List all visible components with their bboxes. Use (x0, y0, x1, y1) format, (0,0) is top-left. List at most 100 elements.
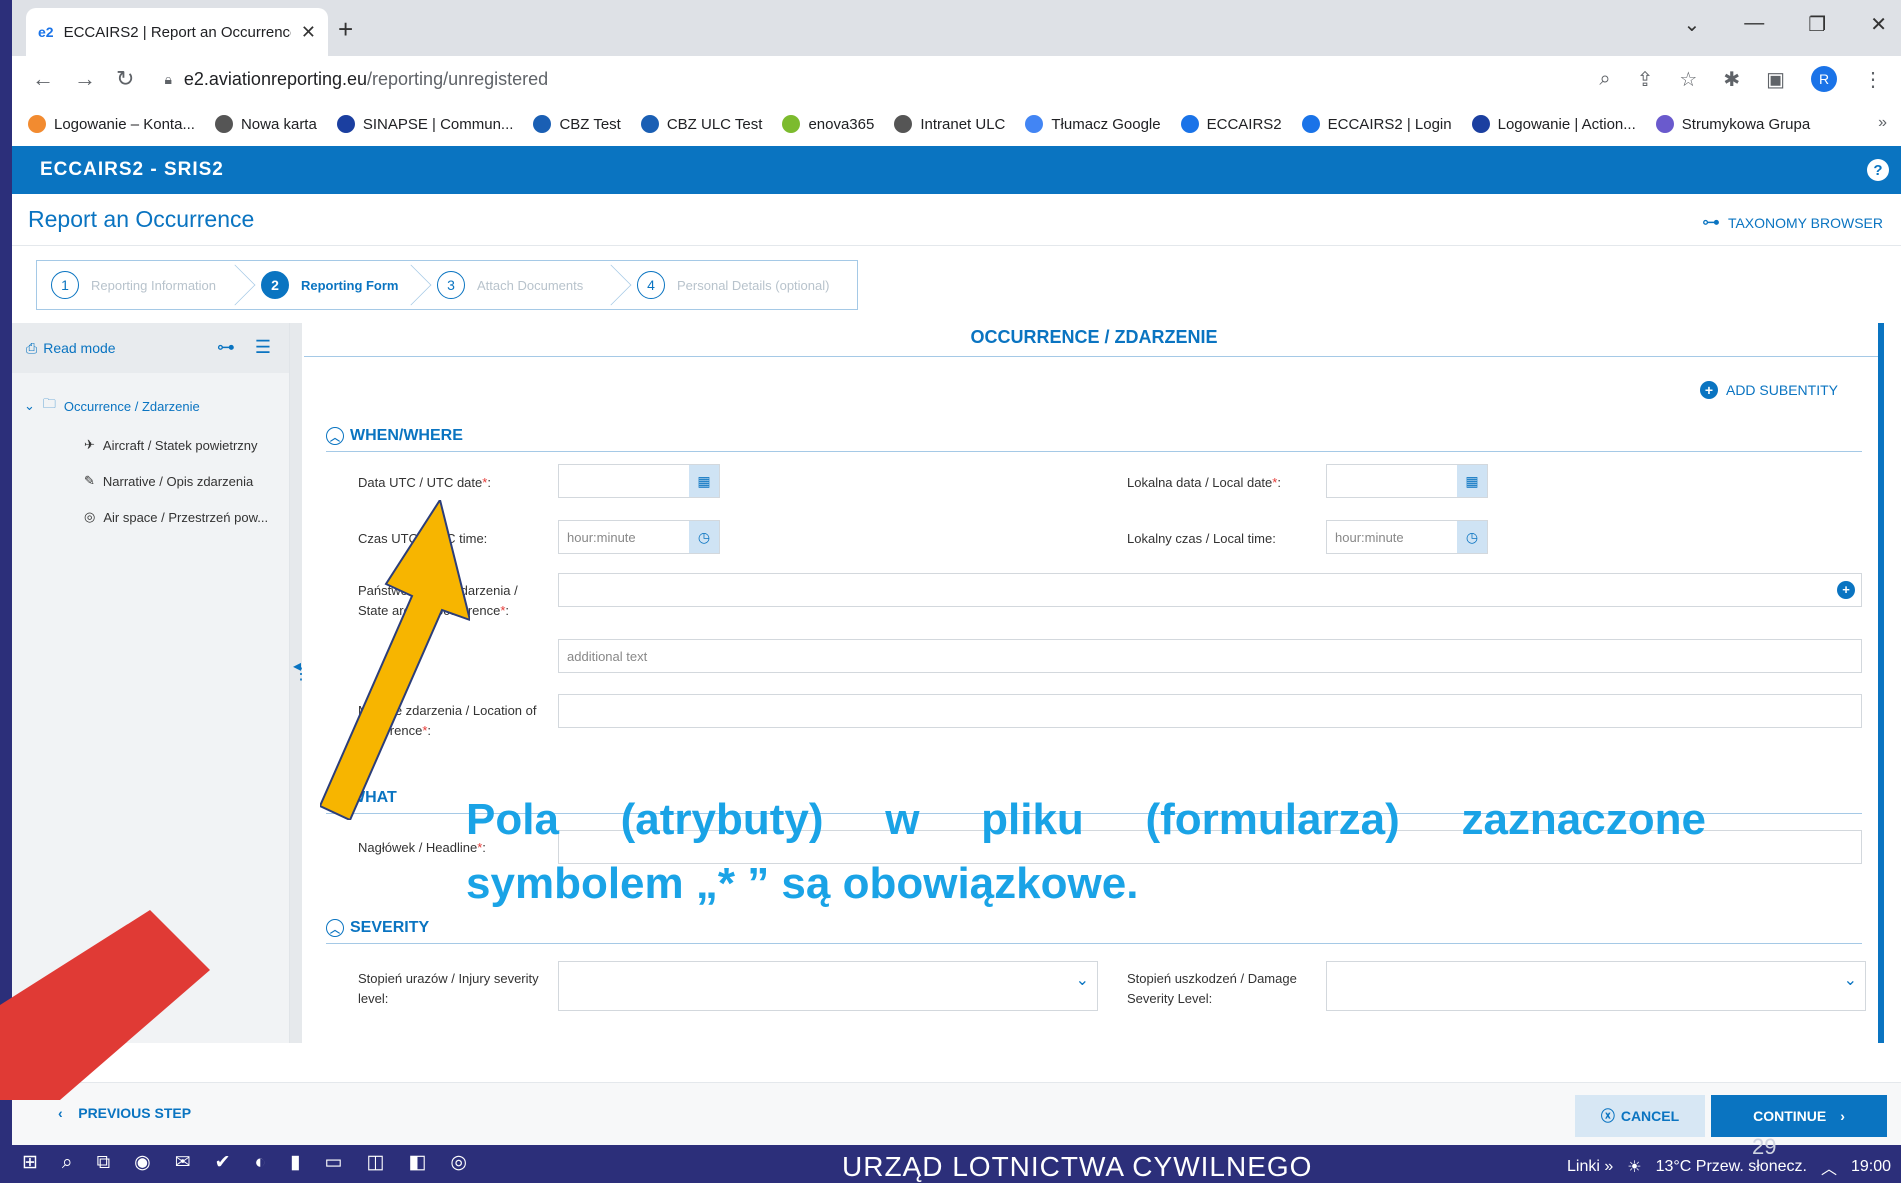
calendar-icon[interactable]: ▦ (1457, 465, 1487, 497)
app-icon[interactable]: ◉ (134, 1151, 151, 1174)
new-tab-button[interactable]: + (338, 14, 353, 45)
back-icon[interactable]: ← (32, 66, 54, 92)
toolbar-right: ⌕ ⇪ ☆ ✱ ▣ R ⋮ (1599, 66, 1883, 92)
additional-text-field[interactable]: additional text (558, 639, 1862, 673)
utc-date-field[interactable]: ▦ (558, 464, 720, 498)
explorer-icon[interactable]: ▭ (325, 1151, 343, 1174)
form-scrollbar[interactable] (1878, 323, 1884, 1043)
bookmark-item[interactable]: CBZ Test (533, 115, 621, 133)
injury-severity-select[interactable]: ⌄ (558, 961, 1098, 1011)
browser-tab[interactable]: e2 ECCAIRS2 | Report an Occurrence ✕ (26, 8, 328, 56)
task-view-icon[interactable]: ⧉ (97, 1152, 111, 1174)
utc-time-field[interactable]: hour:minute ◷ (558, 520, 720, 554)
continue-button[interactable]: CONTINUE › (1711, 1095, 1887, 1137)
collapse-icon[interactable]: ︿ (326, 919, 344, 937)
group-label: SEVERITY (350, 919, 430, 936)
tree-item-narrative[interactable]: ✎ Narrative / Opis zdarzenia (84, 473, 268, 489)
powerpoint-icon[interactable]: ◧ (408, 1151, 426, 1174)
minimize-icon[interactable]: — (1744, 12, 1764, 37)
close-window-icon[interactable]: ✕ (1870, 12, 1887, 37)
zoom-icon[interactable]: ⌕ (1599, 68, 1610, 91)
bookmark-item[interactable]: Intranet ULC (894, 115, 1005, 133)
annotation-word: (formularza) (1145, 795, 1400, 844)
tray-chevron-icon[interactable]: ︿ (1821, 1155, 1837, 1179)
state-area-field[interactable]: + (558, 573, 1862, 607)
step-personal-details[interactable]: 4 Personal Details (optional) (623, 261, 857, 309)
add-subentity-button[interactable]: + ADD SUBENTITY (1699, 381, 1838, 399)
bookmarks-overflow-icon[interactable]: » (1878, 114, 1887, 132)
collapse-icon[interactable]: ︿ (326, 427, 344, 445)
todo-icon[interactable]: ✔ (215, 1151, 231, 1174)
close-tab-icon[interactable]: ✕ (301, 22, 316, 43)
help-icon[interactable]: ? (1867, 159, 1889, 181)
url-field[interactable]: 🔒︎ e2.aviationreporting.eu/reporting/unr… (164, 69, 548, 90)
chevron-down-icon[interactable]: ⌄ (24, 398, 35, 414)
links-label: Linki (1566, 1158, 1600, 1175)
reload-icon[interactable]: ↻ (116, 66, 134, 92)
tree-item-airspace[interactable]: ◎ Air space / Przestrzeń pow... (84, 509, 268, 525)
group-label: WHEN/WHERE (350, 427, 463, 444)
bookmark-label: Intranet ULC (920, 115, 1006, 133)
step-reporting-information[interactable]: 1 Reporting Information (37, 261, 256, 309)
links-toolbar[interactable]: Linki » (1567, 1158, 1613, 1176)
bookmark-item[interactable]: enova365 (782, 115, 874, 133)
local-time-label: Lokalny czas / Local time: (1127, 531, 1276, 546)
bookmark-item[interactable]: SINAPSE | Commun... (336, 115, 513, 133)
sidepanel-icon[interactable]: ▣ (1766, 67, 1785, 92)
chevron-down-icon[interactable]: ⌄ (1076, 964, 1089, 998)
utc-date-label: Data UTC / UTC date*: (358, 473, 491, 493)
outlook-icon[interactable]: ◫ (366, 1151, 384, 1174)
step-label: Attach Documents (477, 277, 584, 293)
group-severity[interactable]: ︿ SEVERITY (326, 919, 1862, 944)
bookmark-item[interactable]: Tłumacz Google (1025, 115, 1161, 133)
injury-severity-label: Stopień urazów / Injury severity level: (358, 971, 539, 1006)
calendar-icon[interactable]: ▦ (689, 465, 719, 497)
windows-start-icon[interactable]: ⊞ (22, 1151, 38, 1174)
share-icon[interactable]: ⇪ (1637, 67, 1654, 92)
step-reporting-form[interactable]: 2 Reporting Form (247, 261, 432, 309)
damage-severity-select[interactable]: ⌄ (1326, 961, 1866, 1011)
powerbi-icon[interactable]: ▮ (290, 1151, 300, 1174)
read-mode-button[interactable]: ⎙ Read mode (26, 340, 116, 357)
edge-icon[interactable]: ◐ (255, 1152, 266, 1174)
bookmarks-bar: Logowanie – Konta... Nowa karta SINAPSE | … (12, 102, 1901, 146)
step-label: Reporting Information (91, 277, 217, 293)
form-panel: OCCURRENCE / ZDARZENIE + ADD SUBENTITY ︿… (304, 323, 1884, 1043)
bookmark-item[interactable]: ECCAIRS2 | Login (1301, 115, 1452, 133)
star-icon[interactable]: ☆ (1679, 67, 1697, 92)
bookmark-item[interactable]: Logowanie – Konta... (28, 115, 195, 133)
location-field[interactable] (558, 694, 1862, 728)
profile-avatar[interactable]: R (1811, 66, 1837, 92)
extensions-icon[interactable]: ✱ (1723, 67, 1740, 92)
clock-icon[interactable]: ◷ (1457, 521, 1487, 553)
local-date-field[interactable]: ▦ (1326, 464, 1488, 498)
chevron-down-icon[interactable]: ⌄ (1844, 964, 1857, 998)
local-time-field[interactable]: hour:minute ◷ (1326, 520, 1488, 554)
bookmark-label: enova365 (808, 115, 875, 133)
tree-view-icon[interactable]: ⊶ (217, 337, 235, 358)
tree-item-aircraft[interactable]: ✈︎ Aircraft / Statek powietrzny (84, 437, 268, 453)
taxonomy-browser-label: TAXONOMY BROWSER (1727, 214, 1883, 231)
cancel-button[interactable]: ⓧ CANCEL (1575, 1095, 1705, 1137)
previous-step-button[interactable]: ‹ PREVIOUS STEP (58, 1105, 191, 1121)
bookmark-item[interactable]: ECCAIRS2 (1180, 115, 1282, 133)
group-when-where[interactable]: ︿ WHEN/WHERE (326, 427, 1862, 452)
search-icon[interactable]: ⌕ (62, 1152, 73, 1174)
step-attach-documents[interactable]: 3 Attach Documents (423, 261, 632, 309)
tree-item-occurrence[interactable]: ⌄ 🗀︎ Occurrence / Zdarzenie (24, 395, 268, 417)
add-state-icon[interactable]: + (1837, 581, 1855, 599)
bookmark-item[interactable]: Logowanie | Action... (1471, 115, 1636, 133)
taxonomy-browser-link[interactable]: ⊶ TAXONOMY BROWSER (1702, 212, 1883, 233)
list-view-icon[interactable]: ☰ (255, 337, 271, 358)
bookmark-item[interactable]: Strumykowa Grupa (1655, 115, 1810, 133)
bookmark-item[interactable]: CBZ ULC Test (640, 115, 762, 133)
sidebar-splitter[interactable]: ◂ ⋮ (290, 323, 309, 1043)
menu-kebab-icon[interactable]: ⋮ (1863, 67, 1883, 92)
tab-search-icon[interactable]: ⌄ (1684, 12, 1701, 37)
chrome-icon[interactable]: ◎ (450, 1151, 467, 1174)
maximize-icon[interactable]: ❐ (1808, 12, 1826, 37)
forward-icon[interactable]: → (74, 66, 96, 92)
mail-icon[interactable]: ✉ (175, 1151, 191, 1174)
bookmark-item[interactable]: Nowa karta (214, 115, 317, 133)
clock-icon[interactable]: ◷ (689, 521, 719, 553)
